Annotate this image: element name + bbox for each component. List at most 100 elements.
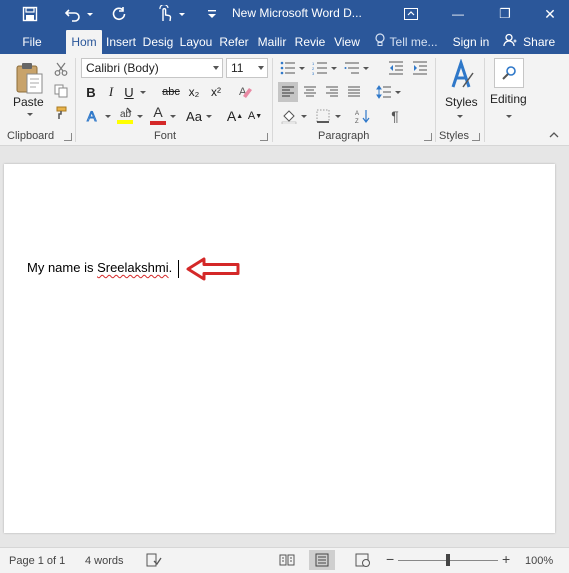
ribbon-display-icon[interactable] — [400, 0, 422, 28]
zoom-level[interactable]: 100% — [525, 555, 553, 567]
shading-icon[interactable] — [278, 106, 300, 126]
page-count[interactable]: Page 1 of 1 — [9, 555, 65, 567]
tab-file[interactable]: File — [10, 30, 54, 54]
align-left-icon[interactable] — [278, 82, 298, 102]
text-effects-dropdown-icon[interactable] — [104, 106, 112, 126]
touch-dropdown-icon[interactable] — [177, 0, 187, 28]
svg-text:A: A — [355, 111, 359, 117]
font-color-button[interactable]: A — [148, 104, 168, 126]
highlight-icon[interactable]: ab — [115, 104, 135, 126]
clear-formatting-icon[interactable]: A — [236, 82, 256, 102]
sort-icon[interactable]: AZ — [352, 106, 374, 126]
zoom-in-button[interactable]: + — [502, 551, 510, 567]
highlight-dropdown-icon[interactable] — [136, 106, 144, 126]
customize-icon[interactable] — [204, 0, 220, 28]
group-divider — [75, 58, 76, 142]
restore-button[interactable]: ❐ — [493, 0, 517, 28]
word-count[interactable]: 4 words — [85, 555, 124, 567]
styles-button-label[interactable]: Styles — [445, 95, 478, 109]
close-button[interactable]: ✕ — [538, 0, 562, 28]
increase-indent-icon[interactable] — [410, 58, 430, 78]
copy-icon[interactable] — [52, 82, 70, 100]
bold-button[interactable]: B — [82, 82, 100, 102]
undo-dropdown-icon[interactable] — [85, 0, 95, 28]
styles-dropdown-icon[interactable] — [456, 112, 464, 120]
redo-icon[interactable] — [108, 0, 130, 28]
multilevel-dropdown-icon[interactable] — [362, 58, 370, 78]
decrease-indent-icon[interactable] — [386, 58, 406, 78]
numbering-dropdown-icon[interactable] — [330, 58, 338, 78]
paste-icon[interactable] — [12, 60, 46, 96]
undo-icon[interactable] — [62, 0, 84, 28]
bullets-icon[interactable] — [278, 58, 298, 78]
format-painter-icon[interactable] — [52, 104, 70, 122]
tell-me-box[interactable]: Tell me... — [370, 30, 442, 54]
font-size-combo[interactable]: 11 — [226, 58, 268, 78]
styles-icon[interactable] — [444, 58, 478, 92]
paste-button-label[interactable]: Paste — [13, 95, 44, 109]
font-launcher-icon[interactable] — [260, 133, 268, 141]
font-name-combo[interactable]: Calibri (Body) — [81, 58, 223, 78]
proofing-icon[interactable] — [146, 553, 162, 570]
tab-review[interactable]: Revie — [292, 30, 328, 54]
tab-references[interactable]: Refer — [216, 30, 252, 54]
justify-icon[interactable] — [344, 82, 364, 102]
tab-layout[interactable]: Layou — [178, 30, 214, 54]
paragraph-launcher-icon[interactable] — [424, 133, 432, 141]
paragraph-group-label: Paragraph — [318, 130, 370, 142]
borders-dropdown-icon[interactable] — [334, 106, 342, 126]
editing-dropdown-icon[interactable] — [505, 112, 513, 120]
tab-home[interactable]: Hom — [66, 30, 102, 54]
font-color-dropdown-icon[interactable] — [169, 106, 177, 126]
save-icon[interactable] — [18, 0, 42, 28]
show-formatting-marks-button[interactable]: ¶ — [384, 106, 406, 126]
tab-mailings[interactable]: Mailir — [254, 30, 290, 54]
collapse-ribbon-icon[interactable] — [549, 130, 559, 140]
change-case-dropdown-icon[interactable] — [205, 106, 213, 126]
editing-search-icon[interactable] — [494, 58, 524, 88]
numbering-icon[interactable]: 123 — [310, 58, 330, 78]
line-spacing-dropdown-icon[interactable] — [394, 82, 402, 102]
subscript-button[interactable]: x₂ — [184, 82, 204, 102]
bullets-dropdown-icon[interactable] — [298, 58, 306, 78]
grow-font-button[interactable]: A ▲ — [226, 106, 244, 126]
print-layout-icon[interactable] — [309, 550, 335, 570]
tab-design[interactable]: Desig — [140, 30, 176, 54]
line-spacing-icon[interactable] — [374, 82, 394, 102]
font-group-label: Font — [154, 130, 177, 142]
multilevel-list-icon[interactable] — [342, 58, 362, 78]
cut-icon[interactable] — [52, 60, 70, 78]
shrink-font-arrow-icon: ▼ — [255, 112, 263, 120]
styles-launcher-icon[interactable] — [472, 133, 480, 141]
read-mode-icon[interactable] — [279, 553, 295, 570]
chevron-down-icon — [213, 66, 219, 70]
minimize-button[interactable]: — — [446, 0, 470, 28]
editing-button-label[interactable]: Editing — [490, 92, 527, 106]
document-page[interactable]: My name is Sreelakshmi. — [4, 164, 555, 533]
document-text[interactable]: My name is Sreelakshmi. — [27, 260, 172, 275]
change-case-button[interactable]: Aa — [183, 106, 205, 126]
underline-button[interactable]: U — [120, 82, 138, 102]
italic-button[interactable]: I — [102, 82, 120, 102]
borders-icon[interactable] — [312, 106, 334, 126]
misspelled-word[interactable]: Sreelakshmi — [97, 260, 169, 275]
sign-in-link[interactable]: Sign in — [448, 30, 494, 54]
superscript-button[interactable]: x² — [206, 82, 226, 102]
paste-dropdown-icon[interactable] — [26, 110, 34, 118]
clipboard-launcher-icon[interactable] — [64, 133, 72, 141]
strikethrough-button[interactable]: abc — [160, 82, 182, 102]
web-layout-icon[interactable] — [355, 553, 371, 570]
zoom-out-button[interactable]: − — [386, 551, 394, 567]
shrink-font-button[interactable]: A ▼ — [246, 106, 264, 126]
align-right-icon[interactable] — [322, 82, 342, 102]
zoom-slider-thumb[interactable] — [446, 554, 450, 566]
shading-dropdown-icon[interactable] — [300, 106, 308, 126]
underline-dropdown-icon[interactable] — [138, 82, 148, 102]
touch-mode-icon[interactable] — [154, 0, 176, 28]
tab-view[interactable]: View — [330, 30, 364, 54]
share-button[interactable]: Share — [500, 30, 558, 54]
vertical-scrollbar[interactable] — [557, 147, 569, 547]
text-effects-icon[interactable]: A — [82, 106, 104, 126]
tab-insert[interactable]: Insert — [104, 30, 138, 54]
align-center-icon[interactable] — [300, 82, 320, 102]
